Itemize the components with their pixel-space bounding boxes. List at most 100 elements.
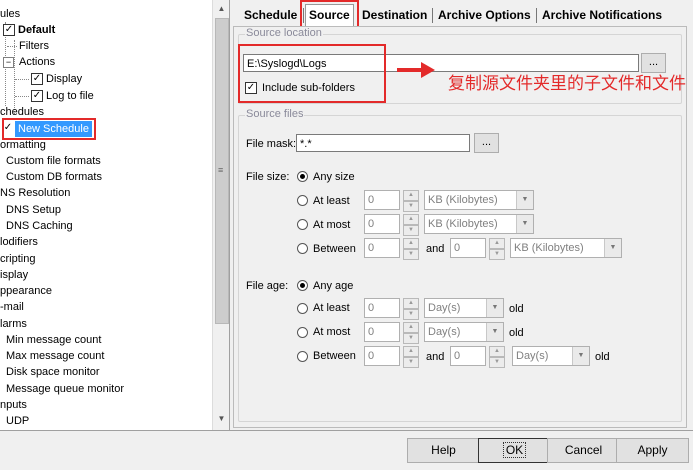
group-title: Source files	[245, 108, 305, 120]
tree-item-label: Min message count	[6, 334, 102, 346]
file-size-at-least-spinner[interactable]: ▲ ▼	[403, 190, 419, 212]
file-age-between-from-spinner[interactable]: ▲ ▼	[403, 346, 419, 368]
tab-archive-notifications[interactable]: Archive Notifications	[539, 5, 665, 25]
file-age-at-least-radio[interactable]	[297, 303, 308, 314]
scroll-up-icon[interactable]: ▲	[213, 0, 229, 17]
chevron-down-icon[interactable]: ▼	[572, 347, 589, 365]
tree-item-label: DNS Setup	[6, 204, 62, 216]
select-value: Day(s)	[428, 302, 461, 314]
file-size-between-from-input[interactable]: 0	[364, 238, 400, 258]
highlight-box	[300, 0, 359, 28]
group-title: Source location	[245, 27, 323, 39]
file-size-any-radio[interactable]	[297, 171, 308, 182]
collapse-icon[interactable]: −	[3, 57, 14, 68]
file-size-at-most-radio[interactable]	[297, 219, 308, 230]
help-button[interactable]: Help	[407, 438, 480, 463]
file-size-between-label: Between	[313, 243, 356, 255]
chevron-down-icon[interactable]: ▼	[486, 323, 503, 341]
file-age-at-most-unit-select[interactable]: Day(s) ▼	[424, 322, 504, 342]
tree-item-label: Log to file	[46, 90, 94, 102]
cancel-button[interactable]: Cancel	[547, 438, 620, 463]
checkbox-checked-icon[interactable]: ✓	[31, 90, 43, 102]
file-age-between-to-input[interactable]: 0	[450, 346, 486, 366]
tree-item-label: larms	[0, 318, 27, 330]
chevron-down-icon[interactable]: ▼	[604, 239, 621, 257]
highlight-box	[238, 44, 386, 103]
help-button-label: Help	[431, 443, 456, 457]
old-label: old	[509, 327, 524, 339]
ok-button-label: OK	[502, 442, 527, 458]
checkbox-checked-icon[interactable]: ✓	[3, 24, 15, 36]
settings-tree[interactable]: ules ✓ Default Filters − Actions ✓ Displ…	[0, 0, 230, 430]
highlight-box	[2, 118, 96, 140]
tree-item-label: ppearance	[0, 285, 52, 297]
tree-item-label: Default	[18, 24, 56, 36]
select-value: Day(s)	[516, 350, 549, 362]
file-age-at-least-spinner[interactable]: ▲ ▼	[403, 298, 419, 320]
select-value: KB (Kilobytes)	[428, 194, 498, 206]
chevron-down-icon[interactable]: ▼	[486, 299, 503, 317]
tree-item-label: Max message count	[6, 350, 105, 362]
tree-item-label: ules	[0, 8, 21, 20]
file-age-at-most-radio[interactable]	[297, 327, 308, 338]
file-size-between-to-spinner[interactable]: ▲ ▼	[489, 238, 505, 260]
select-value: KB (Kilobytes)	[428, 218, 498, 230]
source-files-group: Source files	[238, 108, 682, 422]
file-age-between-label: Between	[313, 350, 356, 362]
annotation-text: 复制源文件夹里的子文件和文件	[448, 74, 686, 93]
file-size-between-unit-select[interactable]: KB (Kilobytes) ▼	[510, 238, 622, 258]
file-age-between-to-spinner[interactable]: ▲ ▼	[489, 346, 505, 368]
file-size-at-least-unit-select[interactable]: KB (Kilobytes) ▼	[424, 190, 534, 210]
file-size-at-most-input[interactable]: 0	[364, 214, 400, 234]
tree-item-label: cripting	[0, 253, 36, 265]
file-size-at-least-radio[interactable]	[297, 195, 308, 206]
file-size-at-most-spinner[interactable]: ▲ ▼	[403, 214, 419, 236]
arrow-right-icon	[397, 62, 435, 78]
file-size-at-least-input[interactable]: 0	[364, 190, 400, 210]
file-age-at-least-unit-select[interactable]: Day(s) ▼	[424, 298, 504, 318]
file-mask-input[interactable]: *.*	[296, 134, 470, 152]
file-size-label: File size:	[246, 171, 290, 183]
tree-item-label: isplay	[0, 269, 29, 281]
apply-button-label: Apply	[637, 443, 668, 457]
checkbox-checked-icon[interactable]: ✓	[31, 73, 43, 85]
file-size-at-least-label: At least	[313, 195, 350, 207]
file-age-between-from-input[interactable]: 0	[364, 346, 400, 366]
scroll-down-icon[interactable]: ▼	[213, 410, 229, 427]
tree-connector	[15, 96, 29, 97]
tree-item-label: Display	[46, 73, 83, 85]
select-value: KB (Kilobytes)	[514, 242, 584, 254]
file-mask-browse-button[interactable]: ...	[474, 133, 499, 153]
and-label: and	[426, 243, 445, 255]
file-age-any-radio[interactable]	[297, 280, 308, 291]
file-size-at-most-unit-select[interactable]: KB (Kilobytes) ▼	[424, 214, 534, 234]
tree-connector	[15, 79, 29, 80]
tab-separator	[536, 8, 537, 23]
tab-destination[interactable]: Destination	[359, 5, 430, 25]
file-age-at-most-label: At most	[313, 326, 351, 338]
file-age-at-least-label: At least	[313, 302, 350, 314]
tree-line	[14, 40, 15, 114]
tree-item-label: NS Resolution	[0, 187, 71, 199]
file-age-between-unit-select[interactable]: Day(s) ▼	[512, 346, 590, 366]
tree-item-label: Disk space monitor	[6, 366, 100, 378]
ok-button[interactable]: OK	[478, 438, 551, 463]
scrollbar-thumb[interactable]: ≡	[215, 18, 229, 324]
tree-item-label: DNS Caching	[6, 220, 73, 232]
file-size-at-most-label: At most	[313, 219, 351, 231]
tab-schedule[interactable]: Schedule	[241, 5, 300, 25]
file-age-at-most-spinner[interactable]: ▲ ▼	[403, 322, 419, 344]
file-age-at-least-input[interactable]: 0	[364, 298, 400, 318]
chevron-down-icon[interactable]: ▼	[516, 215, 533, 233]
chevron-down-icon[interactable]: ▼	[516, 191, 533, 209]
file-size-between-from-spinner[interactable]: ▲ ▼	[403, 238, 419, 260]
divider	[0, 430, 693, 431]
file-size-between-to-input[interactable]: 0	[450, 238, 486, 258]
tab-archive-options[interactable]: Archive Options	[435, 5, 534, 25]
tree-scrollbar[interactable]: ▲ ≡ ▼	[212, 0, 229, 430]
file-size-between-radio[interactable]	[297, 243, 308, 254]
apply-button[interactable]: Apply	[616, 438, 689, 463]
file-age-at-most-input[interactable]: 0	[364, 322, 400, 342]
file-age-between-radio[interactable]	[297, 351, 308, 362]
file-size-any-label: Any size	[313, 171, 355, 183]
